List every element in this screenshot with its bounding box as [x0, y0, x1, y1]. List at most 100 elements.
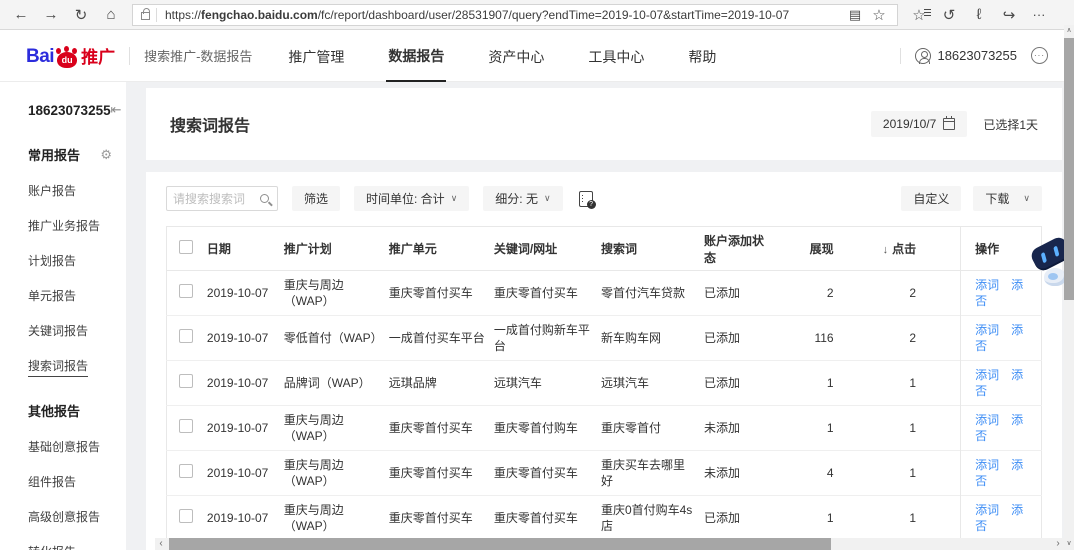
cell-plan: 品牌词（WAP） [283, 376, 371, 390]
cell-impressions: 2 [826, 286, 834, 300]
date-picker-button[interactable]: 2019/10/7 [870, 111, 968, 137]
sidebar-item-unit-report[interactable]: 单元报告 [28, 287, 126, 304]
cell-date: 2019-10-07 [206, 331, 269, 345]
col-unit[interactable]: 推广单元 [389, 227, 494, 271]
nav-item-promotion-manage[interactable]: 推广管理 [286, 31, 346, 81]
sidebar-item-component-report[interactable]: 组件报告 [28, 473, 126, 490]
add-word-link[interactable]: 添词 [975, 278, 999, 292]
row-checkbox[interactable] [179, 509, 193, 523]
ink-notes-icon[interactable]: ℓ [964, 2, 994, 28]
col-query[interactable]: 搜索词 [601, 227, 704, 271]
add-word-link[interactable]: 添词 [975, 413, 999, 427]
share-icon[interactable]: ↪ [994, 2, 1024, 28]
nav-item-asset-center[interactable]: 资产中心 [486, 31, 546, 81]
back-icon[interactable]: ← [6, 2, 36, 28]
sidebar-item-plan-report[interactable]: 计划报告 [28, 252, 126, 269]
forward-icon[interactable]: → [36, 2, 66, 28]
time-unit-dropdown[interactable]: 时间单位: 合计 ∨ [354, 186, 470, 211]
baidu-logo[interactable]: Bai du 推广 [26, 43, 115, 68]
page: ← → ↻ ⌂ https://fengchao.baidu.com/fc/re… [0, 0, 1074, 550]
header-right: 18623073255 ··· [900, 47, 1048, 64]
cell-query: 重庆0首付购车4s店 [600, 503, 693, 533]
browser-more-icon[interactable]: ··· [1024, 2, 1054, 28]
cell-clicks: 1 [909, 376, 917, 390]
sidebar-account-row: 18623073255 ⇤ [28, 102, 126, 118]
cell-keyword: 一成首付购新车平台 [493, 323, 590, 353]
favorite-star-icon[interactable]: ☆ [867, 2, 891, 28]
row-checkbox[interactable] [179, 419, 193, 433]
scroll-up-icon[interactable]: ∧ [1064, 25, 1074, 37]
cell-keyword: 重庆零首付买车 [493, 466, 578, 480]
horizontal-scrollbar[interactable]: ‹ › [155, 538, 1064, 550]
horizontal-scroll-thumb[interactable] [169, 538, 831, 550]
cell-add-status: 已添加 [703, 331, 740, 345]
favorites-hub-icon[interactable]: ☆ [904, 2, 934, 28]
home-icon[interactable]: ⌂ [96, 2, 126, 28]
cell-date: 2019-10-07 [206, 466, 269, 480]
sidebar-item-keyword-report[interactable]: 关键词报告 [28, 322, 126, 339]
col-status[interactable]: 账户添加状态 [704, 227, 783, 271]
add-word-link[interactable]: 添词 [975, 458, 999, 472]
customize-button[interactable]: 自定义 [901, 186, 962, 211]
gear-icon[interactable]: ⚙ [100, 147, 112, 163]
nav-item-data-report[interactable]: 数据报告 [386, 30, 447, 82]
history-icon[interactable]: ↺ [934, 2, 964, 28]
cell-unit: 远琪品牌 [388, 376, 437, 390]
report-help-icon[interactable]: ? [578, 190, 596, 209]
col-keyword[interactable]: 关键词/网址 [494, 227, 601, 271]
filter-button[interactable]: 筛选 [292, 186, 341, 211]
sidebar-item-searchterm-report[interactable]: 搜索词报告 [28, 357, 126, 377]
reading-view-icon[interactable]: ▤ [843, 2, 867, 28]
sidebar-item-conversion-report[interactable]: 转化报告 [28, 543, 126, 550]
header-more-icon[interactable]: ··· [1031, 47, 1048, 64]
sidebar-item-advanced-creative-report[interactable]: 高级创意报告 [28, 508, 126, 525]
cell-unit: 重庆零首付买车 [388, 286, 473, 300]
url-text[interactable]: https://fengchao.baidu.com/fc/report/das… [165, 8, 843, 22]
sidebar-item-business-report[interactable]: 推广业务报告 [28, 217, 126, 234]
search-icon[interactable] [260, 194, 269, 203]
download-dropdown[interactable]: 下载 ∨ [973, 186, 1042, 211]
search-input[interactable] [173, 191, 260, 206]
cell-unit: 重庆零首付买车 [388, 466, 473, 480]
cell-clicks: 2 [909, 286, 917, 300]
table-row: 2019-10-07 重庆与周边（WAP） 重庆零首付买车 重庆零首付买车 零首… [166, 270, 1042, 316]
cell-query: 重庆零首付 [600, 421, 661, 435]
sidebar-item-account-report[interactable]: 账户报告 [28, 182, 126, 199]
segment-dropdown[interactable]: 细分: 无 ∨ [483, 186, 563, 211]
address-bar[interactable]: https://fengchao.baidu.com/fc/report/das… [132, 2, 898, 28]
col-impressions[interactable]: 展现 [783, 227, 862, 271]
row-checkbox[interactable] [179, 374, 193, 388]
select-all-checkbox[interactable] [179, 240, 193, 254]
add-word-link[interactable]: 添词 [975, 368, 999, 382]
col-date[interactable]: 日期 [207, 227, 284, 271]
cell-clicks: 1 [909, 421, 917, 435]
scroll-left-icon[interactable]: ‹ [155, 538, 167, 550]
row-checkbox[interactable] [179, 329, 193, 343]
col-clicks[interactable]: ↓ 点击 [862, 227, 961, 271]
col-plan[interactable]: 推广计划 [284, 227, 389, 271]
cell-keyword: 重庆零首付买车 [493, 286, 578, 300]
logo-suffix-text: 推广 [81, 48, 116, 67]
table-header-row: 日期 推广计划 推广单元 关键词/网址 搜索词 账户添加状态 展现 ↓ 点击 操作 [166, 226, 1042, 271]
vertical-scroll-thumb[interactable] [1064, 38, 1074, 300]
report-table: 日期 推广计划 推广单元 关键词/网址 搜索词 账户添加状态 展现 ↓ 点击 操作 [166, 226, 1042, 550]
row-checkbox[interactable] [179, 464, 193, 478]
add-word-link[interactable]: 添词 [975, 503, 999, 517]
cell-plan: 重庆与周边（WAP） [283, 503, 344, 533]
account-menu[interactable]: 18623073255 [915, 47, 1017, 64]
cell-impressions: 116 [814, 331, 834, 345]
sidebar-item-basic-creative-report[interactable]: 基础创意报告 [28, 438, 126, 455]
cell-keyword: 重庆零首付买车 [493, 511, 578, 525]
lock-icon [141, 8, 150, 20]
scroll-right-icon[interactable]: › [1052, 538, 1064, 550]
scroll-down-icon[interactable]: ∨ [1064, 538, 1074, 550]
collapse-sidebar-icon[interactable]: ⇤ [111, 102, 122, 118]
cell-plan: 零低首付（WAP） [283, 331, 383, 345]
nav-item-help[interactable]: 帮助 [686, 31, 718, 81]
refresh-icon[interactable]: ↻ [66, 2, 96, 28]
add-word-link[interactable]: 添词 [975, 323, 999, 337]
cell-date: 2019-10-07 [206, 376, 269, 390]
row-checkbox[interactable] [179, 284, 193, 298]
vertical-scrollbar[interactable]: ∧ ∨ [1064, 25, 1074, 550]
nav-item-tool-center[interactable]: 工具中心 [586, 31, 646, 81]
